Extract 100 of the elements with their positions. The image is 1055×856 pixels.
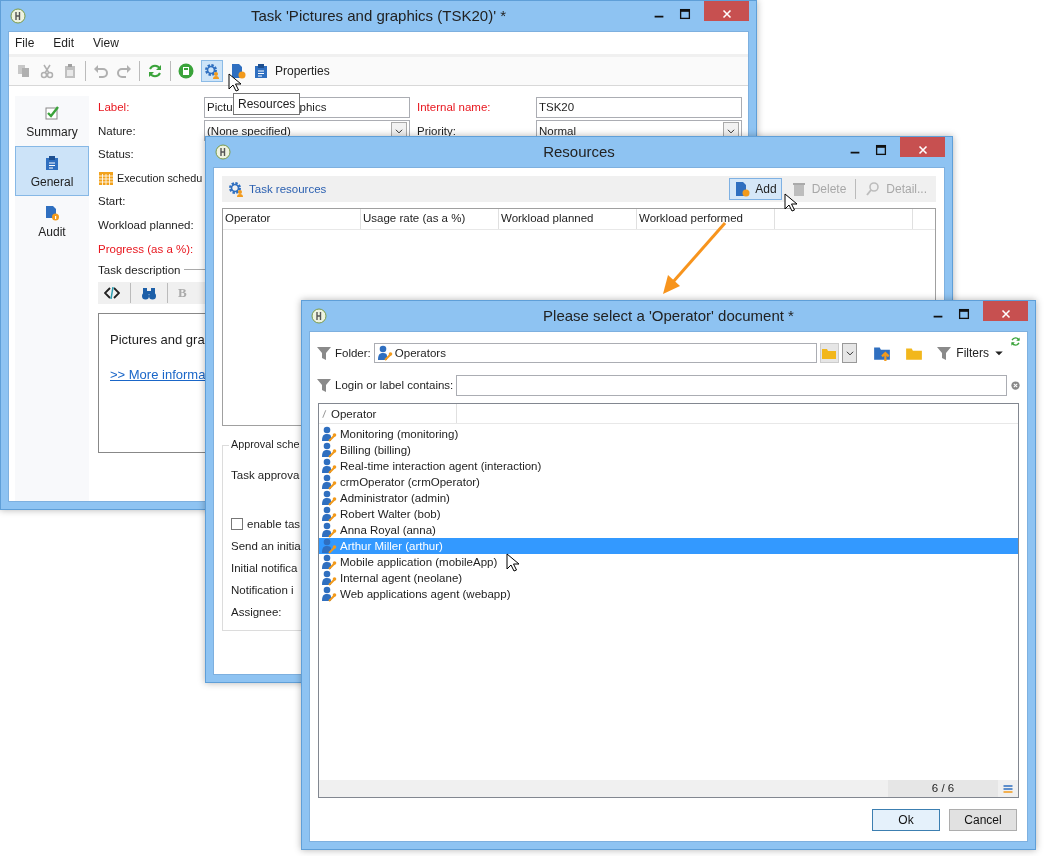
filter-icon	[936, 345, 953, 361]
search-field[interactable]	[456, 374, 1007, 396]
internal-name-field[interactable]: TSK20	[536, 96, 742, 118]
app-logo-icon	[311, 308, 327, 324]
properties-button[interactable]: Properties	[253, 63, 330, 79]
cut-icon[interactable]	[39, 63, 55, 79]
operator-row[interactable]: Real-time interaction agent (interaction)	[319, 458, 1018, 474]
field-label: Workload planned:	[98, 218, 194, 231]
operator-icon	[321, 458, 337, 474]
maximize-icon[interactable]	[957, 307, 971, 321]
cursor-icon	[506, 553, 519, 573]
operator-icon	[321, 570, 337, 586]
operator-row[interactable]: Administrator (admin)	[319, 490, 1018, 506]
sidebar-tab[interactable]: Summary	[15, 96, 89, 146]
field-label: Progress (as a %):	[98, 242, 194, 255]
operator-icon	[321, 490, 337, 506]
refresh-icon[interactable]	[147, 63, 163, 79]
clipboard-icon	[253, 63, 269, 79]
add-button[interactable]: Add	[729, 178, 782, 200]
operator-icon	[321, 586, 337, 602]
operator-icon	[321, 506, 337, 522]
operator-row[interactable]: crmOperator (crmOperator)	[319, 474, 1018, 490]
check-icon	[44, 105, 60, 121]
operator-icon	[321, 474, 337, 490]
calculator-icon[interactable]	[178, 63, 194, 79]
document-info-icon	[44, 205, 60, 221]
close-button[interactable]	[900, 137, 945, 157]
tag-document-icon[interactable]	[230, 63, 246, 79]
app-logo-icon	[10, 8, 26, 24]
field-label: Start:	[98, 195, 126, 208]
task-resources-link[interactable]: Task resources	[228, 181, 327, 197]
window-title: Resources	[543, 143, 615, 160]
operator-row[interactable]: Internal agent (neolane)	[319, 570, 1018, 586]
column-header[interactable]: Operator	[331, 407, 377, 420]
operator-icon	[376, 345, 393, 361]
field-label: Nature:	[98, 124, 137, 137]
field-label: Notification i	[231, 584, 294, 596]
code-icon[interactable]	[104, 284, 120, 301]
folder-button[interactable]	[819, 343, 839, 363]
folder-field[interactable]: Operators	[373, 343, 817, 363]
operator-icon	[321, 538, 337, 554]
list-menu-icon[interactable]	[1002, 782, 1014, 795]
gear-person-icon	[228, 181, 244, 197]
checkbox-label: enable tas	[247, 518, 301, 530]
menu-item[interactable]: Edit	[53, 36, 75, 50]
field-label: Label:	[98, 101, 131, 113]
caret-icon	[844, 348, 855, 358]
filter-icon	[316, 377, 332, 393]
field-label: Send an initia	[231, 540, 301, 552]
refresh-icon[interactable]	[1010, 336, 1021, 347]
close-button[interactable]	[704, 1, 749, 21]
cursor-icon	[784, 193, 797, 213]
operator-row[interactable]: Mobile application (mobileApp)	[319, 554, 1018, 570]
gear-person-icon[interactable]	[201, 60, 223, 82]
operator-icon	[321, 426, 337, 442]
dropdown-button[interactable]	[841, 343, 858, 363]
search-label: Login or label contains:	[335, 379, 454, 391]
column-header[interactable]: Workload planned	[499, 209, 637, 229]
checkbox[interactable]	[231, 518, 243, 530]
operator-row[interactable]: Billing (billing)	[319, 442, 1018, 458]
field-label: Internal name:	[417, 101, 492, 113]
menu-item[interactable]: View	[93, 36, 119, 50]
folder-up-icon[interactable]	[872, 344, 891, 362]
field-label: Status:	[98, 148, 134, 161]
operator-row[interactable]: Robert Walter (bob)	[319, 506, 1018, 522]
field-label: Initial notifica	[231, 562, 298, 574]
undo-icon[interactable]	[93, 63, 109, 79]
dialog-button[interactable]: Cancel	[949, 808, 1017, 831]
arrow	[663, 222, 727, 294]
filters-button[interactable]: Filters	[936, 345, 1005, 361]
description-text: Pictures and gra	[110, 331, 206, 347]
dialog-button[interactable]: Ok	[872, 808, 940, 831]
operator-row[interactable]: Anna Royal (anna)	[319, 522, 1018, 538]
sidebar-tab[interactable]: General	[15, 146, 89, 196]
window-title: Task 'Pictures and graphics (TSK20)' *	[251, 7, 506, 24]
sidebar-tab[interactable]: Audit	[15, 196, 89, 246]
redo-icon[interactable]	[116, 63, 132, 79]
section-legend: Task description	[98, 263, 181, 276]
copy-icon[interactable]	[16, 63, 32, 79]
field-label: Assignee:	[231, 606, 282, 618]
maximize-icon[interactable]	[678, 7, 692, 21]
clear-icon[interactable]	[1010, 379, 1021, 391]
close-button[interactable]	[983, 301, 1028, 321]
field-label: Priority:	[417, 124, 457, 137]
operator-row[interactable]: Web applications agent (webapp)	[319, 586, 1018, 602]
operator-row[interactable]: Monitoring (monitoring)	[319, 426, 1018, 442]
folder-label: Folder:	[335, 347, 371, 359]
operator-icon	[321, 442, 337, 458]
record-count: 6 / 6	[888, 780, 998, 797]
maximize-icon[interactable]	[874, 143, 888, 157]
filter-icon	[316, 345, 332, 361]
more-information-link[interactable]: >> More informa	[110, 366, 206, 382]
menu-item[interactable]: File	[15, 36, 35, 50]
paste-icon[interactable]	[62, 63, 78, 79]
operator-icon	[321, 554, 337, 570]
column-header[interactable]: Usage rate (as a %)	[361, 209, 499, 229]
section-legend: Approval sche	[229, 438, 302, 450]
window-title: Please select a 'Operator' document *	[543, 307, 794, 324]
column-header[interactable]: Operator	[223, 209, 361, 229]
column-header[interactable]: Workload performed	[637, 209, 775, 229]
